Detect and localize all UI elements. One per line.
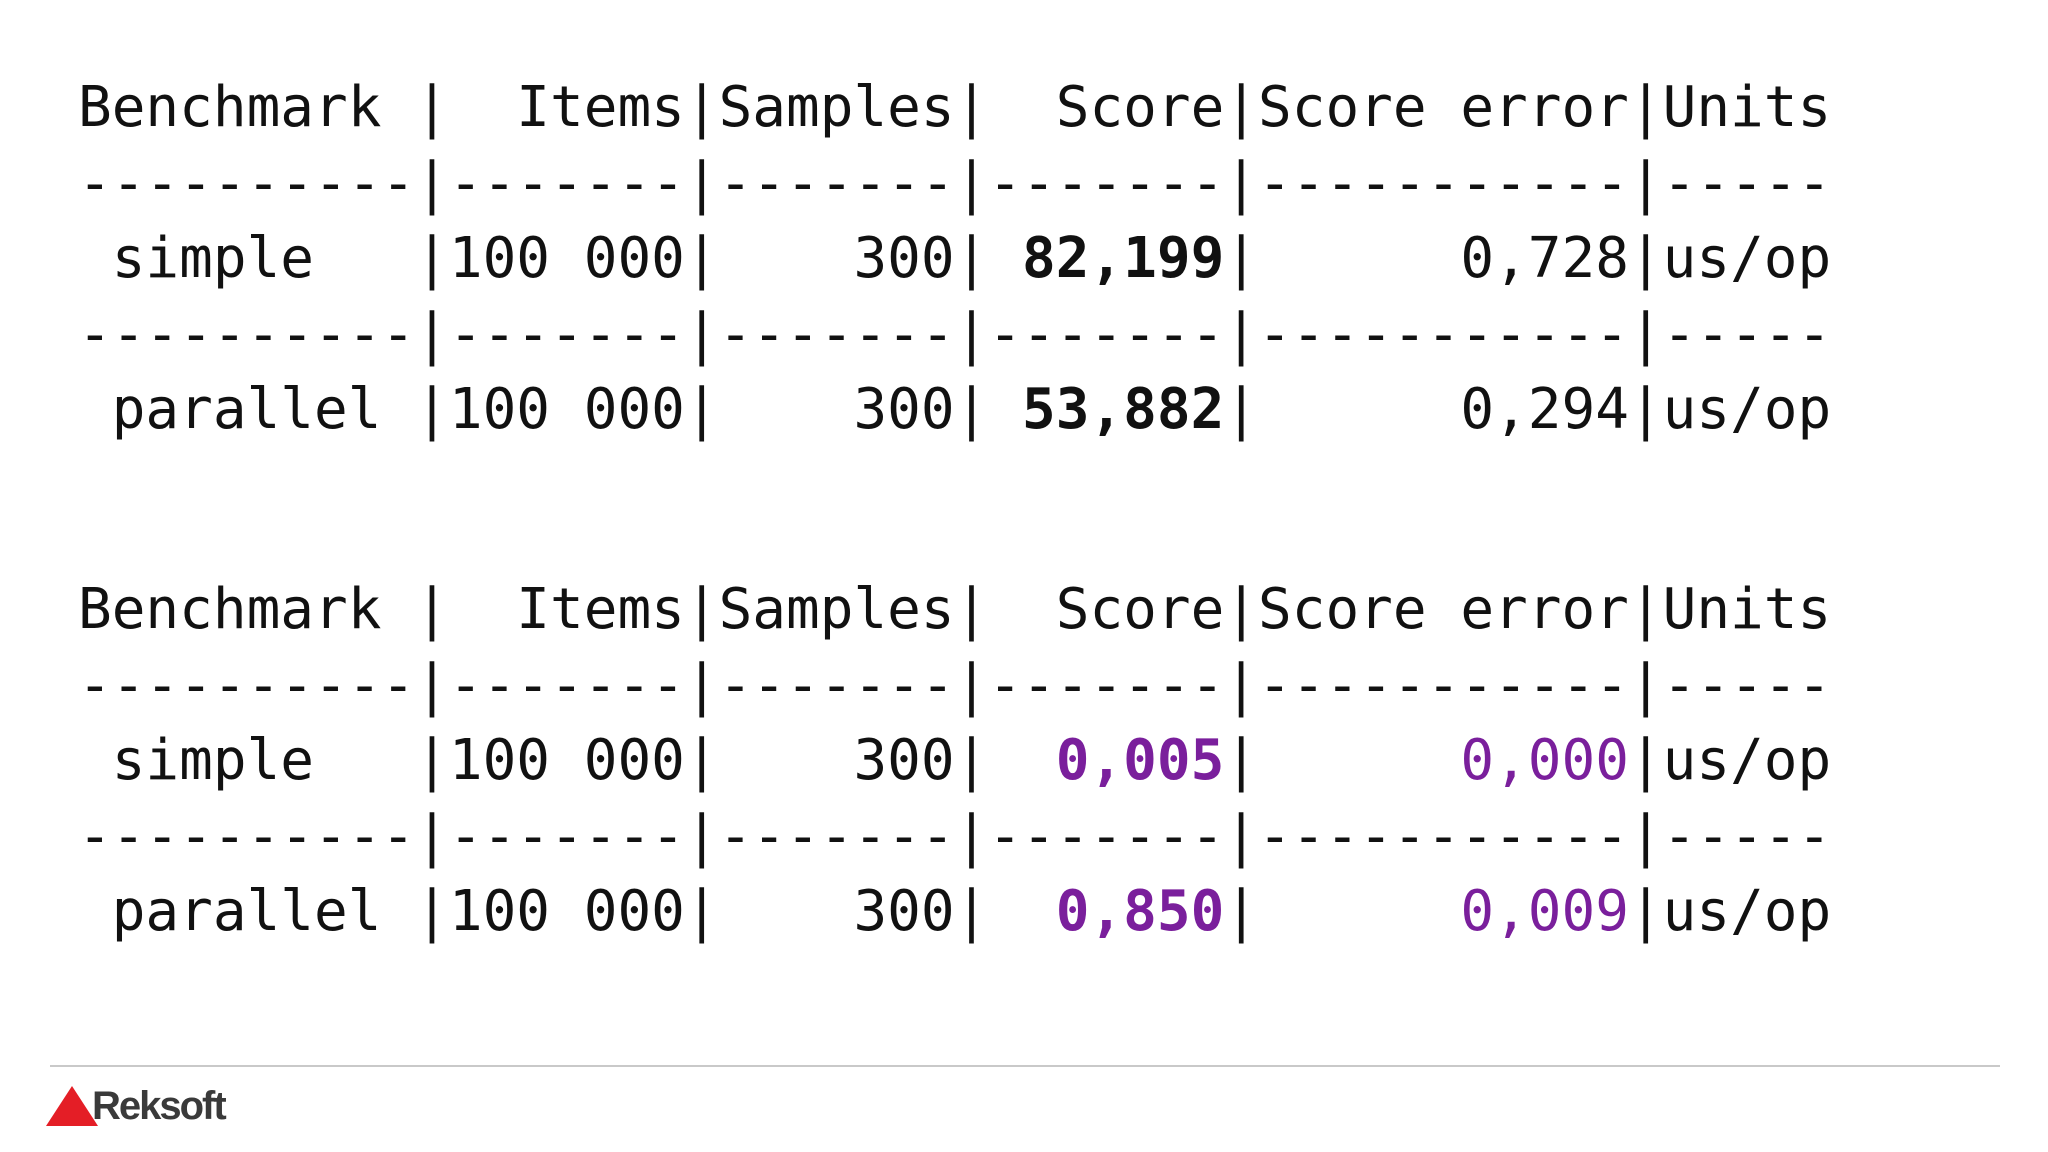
row-samples: 300|: [718, 728, 989, 793]
table-row: parallel |100 000| 300| 0,850| 0,009|us/…: [78, 874, 1832, 950]
row-error-separator: |: [1628, 226, 1663, 291]
header-items: Items|: [448, 75, 719, 140]
row-items: 100 000|: [448, 377, 719, 442]
benchmark-table-1: Benchmark | Items|Samples| Score|Score e…: [78, 70, 1831, 448]
header-score: Score|: [988, 577, 1259, 642]
header-items: Items|: [448, 577, 719, 642]
header-benchmark: Benchmark |: [78, 577, 449, 642]
header-benchmark: Benchmark |: [78, 75, 449, 140]
row-items: 100 000|: [448, 728, 719, 793]
row-benchmark: simple |: [78, 226, 449, 291]
row-benchmark: parallel |: [78, 879, 449, 944]
row-score-error: 0,294: [1258, 377, 1629, 442]
row-items: 100 000|: [448, 879, 719, 944]
table-header: Benchmark | Items|Samples| Score|Score e…: [78, 572, 1831, 648]
header-samples: Samples|: [718, 577, 989, 642]
row-error-separator: |: [1628, 377, 1663, 442]
row-score: 0,850: [988, 879, 1225, 944]
row-benchmark: parallel |: [78, 377, 449, 442]
header-samples: Samples|: [718, 75, 989, 140]
footer-divider: [50, 1065, 2000, 1067]
row-score-error: 0,728: [1258, 226, 1629, 291]
row-samples: 300|: [718, 226, 989, 291]
row-error-separator: |: [1628, 728, 1663, 793]
header-units: Units: [1662, 75, 1832, 140]
table-separator: ----------|-------|-------|-------|-----…: [78, 151, 1832, 216]
row-samples: 300|: [718, 377, 989, 442]
row-error-separator: |: [1628, 879, 1663, 944]
logo-triangle-icon: [46, 1086, 98, 1126]
benchmark-table-2: Benchmark | Items|Samples| Score|Score e…: [78, 572, 1831, 950]
row-score-separator: |: [1224, 377, 1259, 442]
row-units: us/op: [1662, 226, 1832, 291]
brand-name: Reksoft: [92, 1083, 227, 1128]
row-units: us/op: [1662, 377, 1832, 442]
table-row: simple |100 000| 300| 82,199| 0,728|us/o…: [78, 221, 1832, 297]
row-score-error: 0,009: [1258, 879, 1629, 944]
row-score-error: 0,000: [1258, 728, 1629, 793]
row-score: 82,199: [988, 226, 1225, 291]
row-items: 100 000|: [448, 226, 719, 291]
header-score: Score|: [988, 75, 1259, 140]
row-score-separator: |: [1224, 226, 1259, 291]
brand-logo: Reksoft: [46, 1082, 227, 1130]
table-separator: ----------|-------|-------|-------|-----…: [78, 302, 1832, 367]
table-separator: ----------|-------|-------|-------|-----…: [78, 804, 1832, 869]
row-score: 53,882: [988, 377, 1225, 442]
table-separator: ----------|-------|-------|-------|-----…: [78, 653, 1832, 718]
row-score: 0,005: [988, 728, 1225, 793]
row-benchmark: simple |: [78, 728, 449, 793]
row-score-separator: |: [1224, 728, 1259, 793]
header-score-error: Score error|: [1258, 75, 1663, 140]
row-samples: 300|: [718, 879, 989, 944]
row-units: us/op: [1662, 879, 1832, 944]
row-score-separator: |: [1224, 879, 1259, 944]
header-units: Units: [1662, 577, 1832, 642]
table-row: parallel |100 000| 300| 53,882| 0,294|us…: [78, 372, 1832, 448]
header-score-error: Score error|: [1258, 577, 1663, 642]
table-row: simple |100 000| 300| 0,005| 0,000|us/op: [78, 723, 1832, 799]
table-header: Benchmark | Items|Samples| Score|Score e…: [78, 70, 1831, 146]
row-units: us/op: [1662, 728, 1832, 793]
